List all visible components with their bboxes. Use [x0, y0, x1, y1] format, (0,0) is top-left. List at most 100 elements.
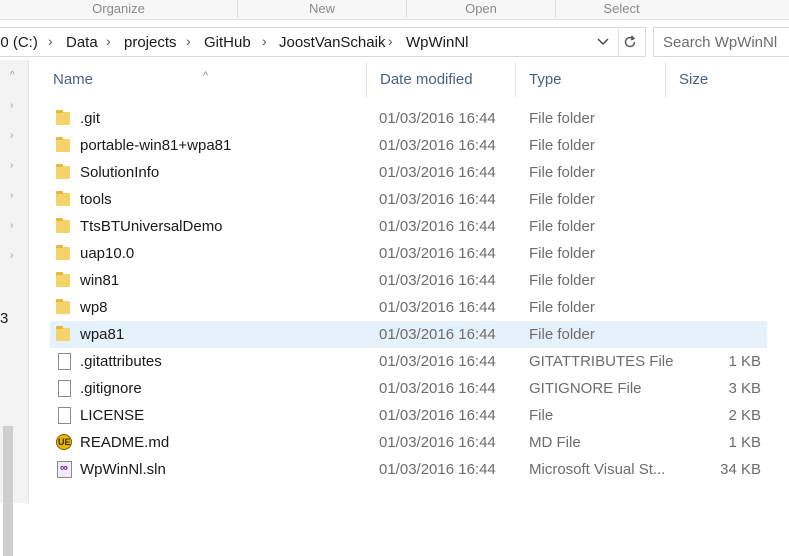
chevron-down-icon[interactable] [592, 28, 614, 56]
file-name: .git [80, 110, 101, 127]
file-type: File folder [529, 245, 595, 262]
search-placeholder: Search WpWinNl [663, 34, 778, 51]
file-date-modified: 01/03/2016 16:44 [379, 407, 496, 424]
file-icon [56, 380, 72, 397]
file-date-modified: 01/03/2016 16:44 [379, 245, 496, 262]
file-row[interactable]: SolutionInfo 01/03/2016 16:44 File folder [50, 159, 767, 186]
file-date-modified: 01/03/2016 16:44 [379, 218, 496, 235]
ultraedit-icon: UE [56, 434, 72, 450]
file-row[interactable]: tools 01/03/2016 16:44 File folder [50, 186, 767, 213]
file-size: 34 KB [720, 461, 761, 478]
file-row[interactable]: LICENSE 01/03/2016 16:44 File 2 KB [50, 402, 767, 429]
breadcrumb-separator-icon[interactable]: › [48, 33, 53, 49]
file-type: Microsoft Visual St... [529, 461, 666, 478]
folder-icon [56, 299, 72, 315]
file-size: 2 KB [728, 407, 761, 424]
nav-item-fragment[interactable]: 3 [0, 310, 8, 327]
file-type: File folder [529, 326, 595, 343]
column-header-name[interactable]: Name ^ [40, 62, 372, 98]
file-date-modified: 01/03/2016 16:44 [379, 110, 496, 127]
file-name: wpa81 [80, 326, 125, 343]
file-name: SolutionInfo [80, 164, 160, 181]
navigation-pane[interactable]: ^ › › › › › › 3 [0, 60, 29, 556]
column-header-row: Name ^ Date modified Type Size [40, 62, 789, 98]
file-row[interactable]: ∞ WpWinNl.sln 01/03/2016 16:44 Microsoft Vi… [50, 456, 767, 483]
breadcrumb-drive[interactable]: l0 (C:) [0, 34, 38, 51]
breadcrumb-separator-icon[interactable]: › [186, 33, 191, 49]
file-name: portable-win81+wpa81 [80, 137, 232, 154]
expand-chevron-icon[interactable]: › [10, 220, 13, 231]
file-type: File folder [529, 218, 595, 235]
folder-icon [56, 272, 72, 288]
breadcrumb-github[interactable]: GitHub [204, 34, 251, 51]
file-row[interactable]: .gitignore 01/03/2016 16:44 GITIGNORE File… [50, 375, 767, 402]
file-icon [56, 353, 72, 370]
file-date-modified: 01/03/2016 16:44 [379, 380, 496, 397]
file-list[interactable]: .git 01/03/2016 16:44 File folder portable-… [50, 105, 770, 483]
file-date-modified: 01/03/2016 16:44 [379, 353, 496, 370]
file-date-modified: 01/03/2016 16:44 [379, 272, 496, 289]
file-row[interactable]: portable-win81+wpa81 01/03/2016 16:44 File… [50, 132, 767, 159]
folder-icon [56, 110, 72, 126]
file-name: README.md [80, 434, 170, 451]
file-date-modified: 01/03/2016 16:44 [379, 137, 496, 154]
file-row[interactable]: wp8 01/03/2016 16:44 File folder [50, 294, 767, 321]
file-name: .gitignore [80, 380, 142, 397]
sort-ascending-icon: ^ [203, 70, 209, 82]
file-type: File folder [529, 137, 595, 154]
file-row[interactable]: uap10.0 01/03/2016 16:44 File folder [50, 240, 767, 267]
breadcrumb-joostvanschaik[interactable]: JoostVanSchaik [279, 34, 385, 51]
expand-chevron-icon[interactable]: › [10, 100, 13, 111]
file-name: uap10.0 [80, 245, 135, 262]
ribbon: Organize New Open Select [0, 0, 789, 20]
breadcrumb-projects[interactable]: projects [124, 34, 177, 51]
file-size: 1 KB [728, 353, 761, 370]
address-bar[interactable]: l0 (C:) › Data › projects › GitHub › Joo… [0, 27, 646, 57]
file-row[interactable]: .git 01/03/2016 16:44 File folder [50, 105, 767, 132]
file-name: tools [80, 191, 112, 208]
refresh-icon[interactable] [618, 28, 641, 56]
search-input[interactable]: Search WpWinNl [653, 27, 789, 57]
file-type: File folder [529, 110, 595, 127]
breadcrumb-wpwinnl[interactable]: WpWinNl [406, 34, 469, 51]
folder-icon [56, 245, 72, 261]
folder-icon [56, 218, 72, 234]
file-row[interactable]: .gitattributes 01/03/2016 16:44 GITATTRIBU… [50, 348, 767, 375]
breadcrumb-separator-icon[interactable]: › [262, 33, 267, 49]
breadcrumb-separator-icon[interactable]: › [388, 33, 393, 49]
file-name: WpWinNl.sln [80, 461, 166, 478]
file-type: GITIGNORE File [529, 380, 642, 397]
breadcrumb-separator-icon[interactable]: › [106, 33, 111, 49]
folder-icon [56, 326, 72, 342]
file-date-modified: 01/03/2016 16:44 [379, 191, 496, 208]
file-row[interactable]: win81 01/03/2016 16:44 File folder [50, 267, 767, 294]
ribbon-group-organize: Organize [0, 0, 238, 18]
file-date-modified: 01/03/2016 16:44 [379, 164, 496, 181]
file-row[interactable]: TtsBTUniversalDemo 01/03/2016 16:44 File f… [50, 213, 767, 240]
scroll-up-arrow-icon[interactable]: ^ [10, 70, 15, 81]
expand-chevron-icon[interactable]: › [10, 130, 13, 141]
breadcrumb-data[interactable]: Data [66, 34, 98, 51]
file-date-modified: 01/03/2016 16:44 [379, 434, 496, 451]
file-date-modified: 01/03/2016 16:44 [379, 326, 496, 343]
expand-chevron-icon[interactable]: › [10, 160, 13, 171]
column-header-date[interactable]: Date modified [366, 62, 516, 98]
file-row[interactable]: UE README.md 01/03/2016 16:44 MD File 1 KB [50, 429, 767, 456]
file-size: 3 KB [728, 380, 761, 397]
column-header-type[interactable]: Type [516, 62, 666, 98]
file-row[interactable]: wpa81 01/03/2016 16:44 File folder [50, 321, 767, 348]
file-name: TtsBTUniversalDemo [80, 218, 223, 235]
visual-studio-solution-icon: ∞ [56, 461, 72, 478]
column-header-size[interactable]: Size [666, 62, 766, 98]
file-name: wp8 [80, 299, 108, 316]
file-type: File folder [529, 272, 595, 289]
folder-icon [56, 137, 72, 153]
folder-icon [56, 164, 72, 180]
expand-chevron-icon[interactable]: › [10, 250, 13, 261]
file-name: LICENSE [80, 407, 145, 424]
expand-chevron-icon[interactable]: › [10, 190, 13, 201]
file-type: File folder [529, 164, 595, 181]
file-date-modified: 01/03/2016 16:44 [379, 461, 496, 478]
nav-scrollbar-thumb[interactable] [3, 426, 13, 556]
ribbon-group-select: Select [603, 1, 640, 16]
